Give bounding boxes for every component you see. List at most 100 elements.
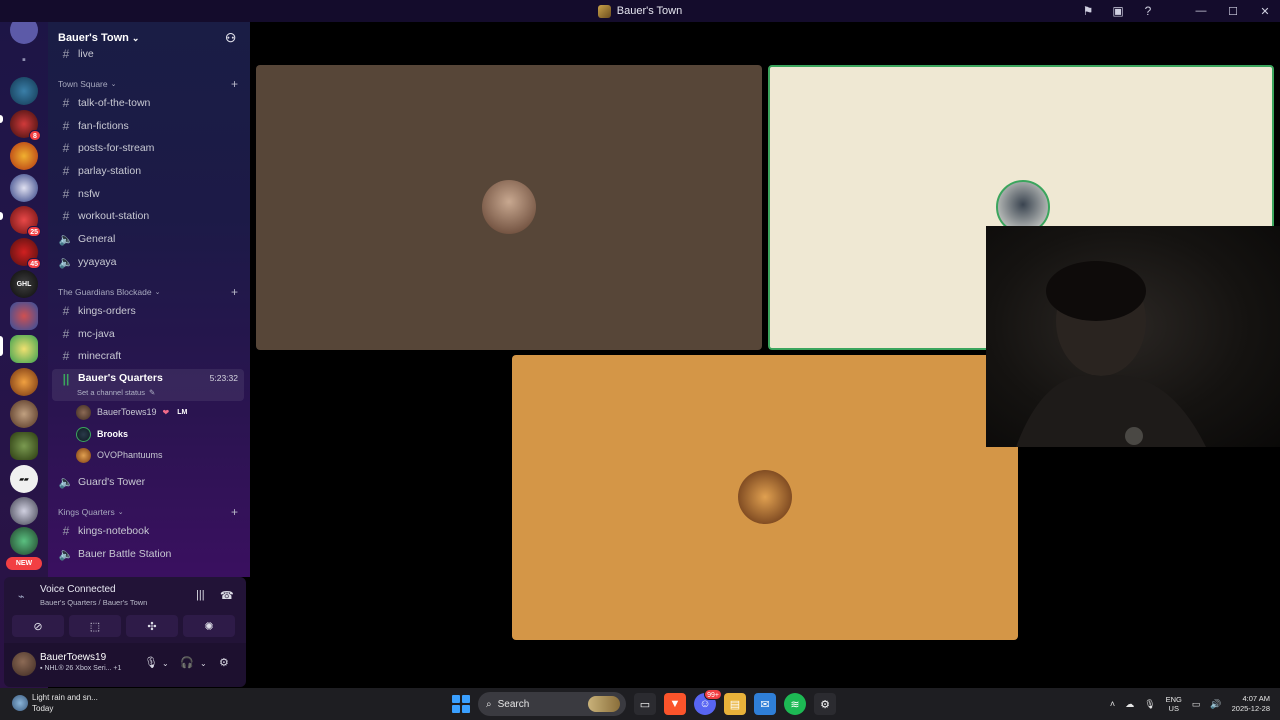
weather-condition: Light rain and sn... — [32, 693, 98, 702]
camera-off-icon: ⊘ — [33, 620, 43, 633]
brave-browser-icon[interactable]: ▼ — [664, 693, 686, 715]
category-header[interactable]: The Guardians Blockade ⌄ + — [58, 285, 238, 299]
close-button[interactable]: ✕ — [1256, 2, 1274, 20]
participant-tile[interactable] — [512, 355, 1018, 640]
inbox-icon[interactable]: ▣ — [1110, 3, 1126, 19]
channel-status-prompt[interactable]: Set a channel status ✎ — [77, 388, 155, 397]
voice-channel-guards-tower[interactable]: 🔈 Guard's Tower — [52, 472, 244, 492]
taskbar-center: ⌕ Search ▭ ▼ ☺ 99+ ▤ ✉ ≋ ⚙ — [452, 689, 836, 716]
maximize-button[interactable]: ☐ — [1224, 2, 1242, 20]
server-icon-10[interactable] — [10, 368, 38, 396]
camera-person-silhouette — [1016, 261, 1206, 447]
server-icon-6[interactable]: 45 — [10, 238, 41, 269]
server-icon-5[interactable]: 25 — [10, 206, 41, 237]
selected-pip — [0, 336, 3, 356]
channel-live-partial[interactable]: # live — [52, 48, 244, 60]
task-view-icon[interactable]: ▭ — [634, 693, 656, 715]
channel-posts-for-stream[interactable]: # posts-for-stream — [52, 138, 244, 158]
guild-name: Bauer's Town — [58, 32, 129, 44]
invite-people-icon[interactable]: ⚇ — [225, 31, 236, 45]
network-icon[interactable]: ▭ — [1192, 699, 1201, 710]
voice-connected-panel: ⌁ Voice Connected Bauer's Quarters / Bau… — [4, 577, 246, 643]
server-icon-8[interactable] — [10, 302, 38, 330]
hash-icon: # — [62, 209, 70, 223]
activities-button[interactable]: ✣ — [126, 615, 178, 637]
noise-suppression-icon[interactable]: ||| — [196, 589, 205, 601]
channel-kings-notebook[interactable]: # kings-notebook — [52, 521, 244, 541]
channel-parlay-station[interactable]: # parlay-station — [52, 161, 244, 181]
voice-connected-location[interactable]: Bauer's Quarters / Bauer's Town — [40, 598, 147, 607]
discord-taskbar-icon[interactable]: ☺ 99+ — [694, 689, 722, 715]
chevron-down-icon[interactable]: ⌄ — [200, 659, 207, 668]
camera-feed-overlay[interactable] — [986, 226, 1280, 447]
screen-share-button[interactable]: ⬚ — [69, 615, 121, 637]
voice-channel-yyayaya[interactable]: 🔈 yyayaya — [52, 252, 244, 272]
signal-icon[interactable]: ⌁ — [18, 590, 25, 603]
speaker-icon: 🔈 — [58, 255, 74, 269]
weather-widget[interactable]: Light rain and sn... Today — [12, 692, 98, 714]
user-activity: ▪ NHL® 26 Xbox Seri... +1 — [40, 665, 122, 672]
taskbar-clock[interactable]: 4:07 AM 2025-12-28 — [1232, 694, 1270, 714]
spotify-icon[interactable]: ≋ — [784, 693, 806, 715]
chevron-down-icon: ⌄ — [110, 81, 117, 88]
language-indicator[interactable]: ENG US — [1166, 695, 1182, 713]
avatar[interactable] — [12, 652, 36, 676]
avatar — [76, 404, 91, 420]
server-icon-11[interactable] — [10, 400, 38, 428]
voice-user[interactable]: Brooks — [76, 425, 236, 443]
server-icon-14[interactable] — [10, 497, 38, 525]
voice-channel-bauer-battle-station[interactable]: 🔈 Bauer Battle Station — [52, 544, 244, 564]
new-unreads-pill[interactable]: NEW — [6, 557, 42, 570]
mention-badge: 25 — [27, 226, 41, 237]
flag-icon[interactable]: ⚑ — [1080, 3, 1096, 19]
app-gear-icon[interactable]: ⚙ — [814, 693, 836, 715]
minimize-button[interactable]: — — [1192, 2, 1210, 20]
add-channel-icon[interactable]: + — [231, 77, 238, 91]
server-icon-ghl[interactable]: GHL — [10, 270, 38, 298]
server-icon-15[interactable] — [10, 527, 38, 555]
add-channel-icon[interactable]: + — [231, 285, 238, 299]
server-icon-4[interactable] — [10, 174, 38, 202]
channel-mc-java[interactable]: # mc-java — [52, 324, 244, 344]
voice-user[interactable]: BauerToews19 ❤ LM — [76, 403, 236, 421]
onedrive-icon[interactable]: ☁ — [1125, 699, 1134, 710]
soundboard-button[interactable]: ✺ — [183, 615, 235, 637]
chevron-down-icon[interactable]: ⌄ — [162, 659, 169, 668]
channel-talk-of-the-town[interactable]: # talk-of-the-town — [52, 93, 244, 113]
channel-workout-station[interactable]: # workout-station — [52, 206, 244, 226]
soundboard-icon: ✺ — [204, 620, 214, 633]
outlook-icon[interactable]: ✉ — [754, 693, 776, 715]
server-icon-12[interactable] — [10, 432, 38, 460]
disconnect-icon[interactable]: ☎ — [220, 589, 234, 602]
window-title: Bauer's Town — [616, 5, 683, 17]
camera-off-button[interactable]: ⊘ — [12, 615, 64, 637]
chevron-up-icon[interactable]: ˄ — [1110, 699, 1115, 709]
taskbar-search[interactable]: ⌕ Search — [478, 692, 626, 716]
folder-icon[interactable]: ▪ — [10, 46, 38, 74]
help-icon[interactable]: ? — [1140, 3, 1156, 19]
headphones-icon[interactable]: 🎧 — [180, 656, 194, 669]
server-icon-2[interactable]: 8 — [10, 110, 41, 141]
windows-start-icon[interactable] — [452, 695, 470, 713]
microphone-icon[interactable]: 🎙 — [144, 656, 158, 669]
channel-nsfw[interactable]: # nsfw — [52, 184, 244, 204]
channel-minecraft[interactable]: # minecraft — [52, 346, 244, 366]
channel-fan-fictions[interactable]: # fan-fictions — [52, 116, 244, 136]
title-bar: Bauer's Town ⚑ ▣ ? — ☐ ✕ — [0, 0, 1280, 22]
microphone-tray-icon[interactable]: 🎙 — [1144, 699, 1155, 710]
server-icon-3[interactable] — [10, 142, 38, 170]
server-icon-selected[interactable] — [10, 335, 38, 363]
server-icon-partial[interactable] — [10, 22, 38, 44]
server-icon-13[interactable]: ▰▰ — [10, 465, 38, 493]
volume-icon[interactable]: 🔊 — [1210, 699, 1221, 710]
participant-tile[interactable] — [256, 65, 762, 350]
channel-kings-orders[interactable]: # kings-orders — [52, 301, 244, 321]
file-explorer-icon[interactable]: ▤ — [724, 693, 746, 715]
category-header[interactable]: Town Square ⌄ + — [58, 77, 238, 91]
category-header[interactable]: Kings Quarters ⌄ + — [58, 505, 238, 519]
add-channel-icon[interactable]: + — [231, 505, 238, 519]
voice-user[interactable]: OVOPhantuums — [76, 446, 236, 464]
server-icon-1[interactable] — [10, 77, 38, 105]
settings-gear-icon[interactable]: ⚙ — [219, 656, 229, 669]
voice-channel-general[interactable]: 🔈 General — [52, 229, 244, 249]
